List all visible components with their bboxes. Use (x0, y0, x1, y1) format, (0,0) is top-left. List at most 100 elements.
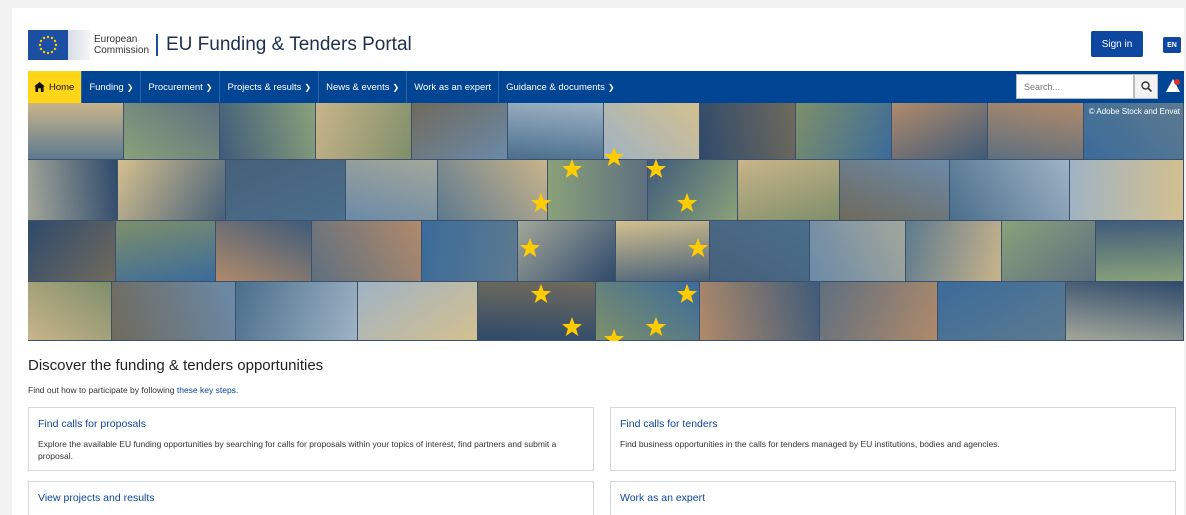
banner-photo-tile (28, 160, 117, 220)
card-title[interactable]: Work as an expert (620, 492, 1166, 504)
banner-photo-tile (312, 221, 421, 281)
card-title[interactable]: View projects and results (38, 492, 584, 504)
banner-photo-tile (216, 221, 311, 281)
banner-photo-tile (840, 160, 949, 220)
alert-icon[interactable] (1165, 78, 1181, 94)
banner-photo-tile (810, 221, 905, 281)
card-view-projects-results[interactable]: View projects and results (28, 481, 594, 515)
banner-photo-tile (116, 221, 215, 281)
search-icon (1140, 81, 1152, 92)
banner-photo-tile (226, 160, 345, 220)
subtitle-text: Find out how to participate by following (28, 385, 175, 395)
org-line-2: Commission (94, 45, 150, 56)
nav-label-funding: Funding (89, 81, 124, 93)
banner-photo-tile (938, 282, 1065, 340)
chevron-down-icon: ❯ (126, 82, 134, 92)
banner-photo-tile (28, 221, 115, 281)
banner-photo-tile (700, 282, 819, 340)
eu-star-icon (603, 146, 625, 166)
chevron-down-icon: ❯ (392, 82, 400, 92)
banner-photo-tile (508, 103, 603, 159)
eu-star-icon (676, 192, 697, 212)
eu-star-icon (531, 283, 552, 303)
banner-photo-tile (1066, 282, 1183, 340)
banner-photo-tile (710, 221, 809, 281)
key-steps-link[interactable]: these key steps. (177, 385, 238, 395)
banner-photo-tile (28, 282, 111, 340)
banner-photo-tile (346, 160, 437, 220)
banner-photo-tile (118, 160, 225, 220)
nav-item-projects-results[interactable]: Projects & results ❯ (220, 71, 320, 103)
banner-photo-tile (1096, 221, 1183, 281)
chevron-down-icon: ❯ (205, 82, 213, 92)
portal-title[interactable]: EU Funding & Tenders Portal (166, 34, 412, 56)
nav-label-procurement: Procurement (148, 81, 203, 93)
eu-star-icon (645, 159, 666, 179)
banner-photo-tile (112, 282, 235, 340)
eu-star-icon (531, 192, 552, 212)
banner-photo-tile (220, 103, 315, 159)
card-title[interactable]: Find calls for proposals (38, 418, 584, 430)
banner-photo-tile (892, 103, 987, 159)
eu-star-icon (562, 159, 583, 179)
eu-star-icon (603, 328, 625, 341)
nav-label-work-as-expert: Work as an expert (414, 81, 492, 93)
discover-subtitle: Find out how to participate by following… (28, 385, 238, 395)
banner-photo-tile (1002, 221, 1095, 281)
card-text: Find business opportunities in the calls… (620, 439, 1000, 449)
nav-label-news-events: News & events (326, 81, 390, 93)
site-header: European Commission EU Funding & Tenders… (12, 8, 1184, 71)
language-selector[interactable]: EN (1163, 37, 1181, 53)
page: European Commission EU Funding & Tenders… (12, 8, 1184, 515)
banner-photo-tile (236, 282, 357, 340)
eu-flag-icon (28, 30, 68, 60)
card-calls-for-tenders[interactable]: Find calls for tenders Find business opp… (610, 407, 1176, 471)
nav-label-home: Home (49, 81, 75, 93)
eu-star-icon (645, 316, 666, 336)
banner-photo-tile (316, 103, 411, 159)
org-name: European Commission (94, 34, 152, 56)
banner-photo-tile (422, 221, 517, 281)
eu-star-icon (687, 237, 708, 257)
card-work-as-expert[interactable]: Work as an expert (610, 481, 1176, 515)
nav-item-funding[interactable]: Funding ❯ (82, 71, 142, 103)
card-calls-for-proposals[interactable]: Find calls for proposals Explore the ava… (28, 407, 594, 471)
org-line-1: European (94, 34, 138, 45)
sign-in-button[interactable]: Sign in (1091, 31, 1143, 57)
banner-photo-tile (28, 103, 123, 159)
search-button[interactable] (1134, 74, 1158, 99)
eu-star-icon (520, 237, 541, 257)
banner-photo-tile (796, 103, 891, 159)
nav-item-guidance-documents[interactable]: Guidance & documents ❯ (499, 71, 621, 103)
logo-divider (156, 34, 158, 56)
nav-item-work-as-expert[interactable]: Work as an expert (407, 71, 500, 103)
banner-photo-tile (906, 221, 1001, 281)
image-credit: © Adobe Stock and Envat (1088, 107, 1180, 116)
banner-photo-tile (412, 103, 507, 159)
hero-banner-mosaic: © Adobe Stock and Envat (28, 103, 1184, 341)
banner-photo-tile (1070, 160, 1183, 220)
banner-photo-tile (988, 103, 1083, 159)
card-title[interactable]: Find calls for tenders (620, 418, 1166, 430)
banner-photo-tile (820, 282, 937, 340)
chevron-down-icon: ❯ (607, 82, 615, 92)
discover-heading: Discover the funding & tenders opportuni… (28, 357, 324, 374)
card-text: Explore the available EU funding opportu… (38, 439, 557, 461)
search-input[interactable] (1016, 74, 1134, 99)
banner-photo-tile (738, 160, 839, 220)
nav-item-home[interactable]: Home (28, 71, 83, 103)
ec-logo[interactable]: European Commission EU Funding & Tenders… (28, 30, 412, 60)
banner-photo-tile (358, 282, 477, 340)
home-icon (34, 82, 45, 92)
logo-shade (68, 30, 90, 60)
banner-photo-tile (124, 103, 219, 159)
nav-label-projects-results: Projects & results (227, 81, 302, 93)
eu-star-icon (562, 316, 583, 336)
eu-star-icon (676, 283, 697, 303)
chevron-down-icon: ❯ (304, 82, 312, 92)
nav-label-guidance-documents: Guidance & documents (506, 81, 605, 93)
main-navigation: Home Funding ❯ Procurement ❯ Projects & … (28, 71, 1184, 103)
banner-photo-tile (700, 103, 795, 159)
nav-item-news-events[interactable]: News & events ❯ (319, 71, 408, 103)
nav-item-procurement[interactable]: Procurement ❯ (141, 71, 221, 103)
